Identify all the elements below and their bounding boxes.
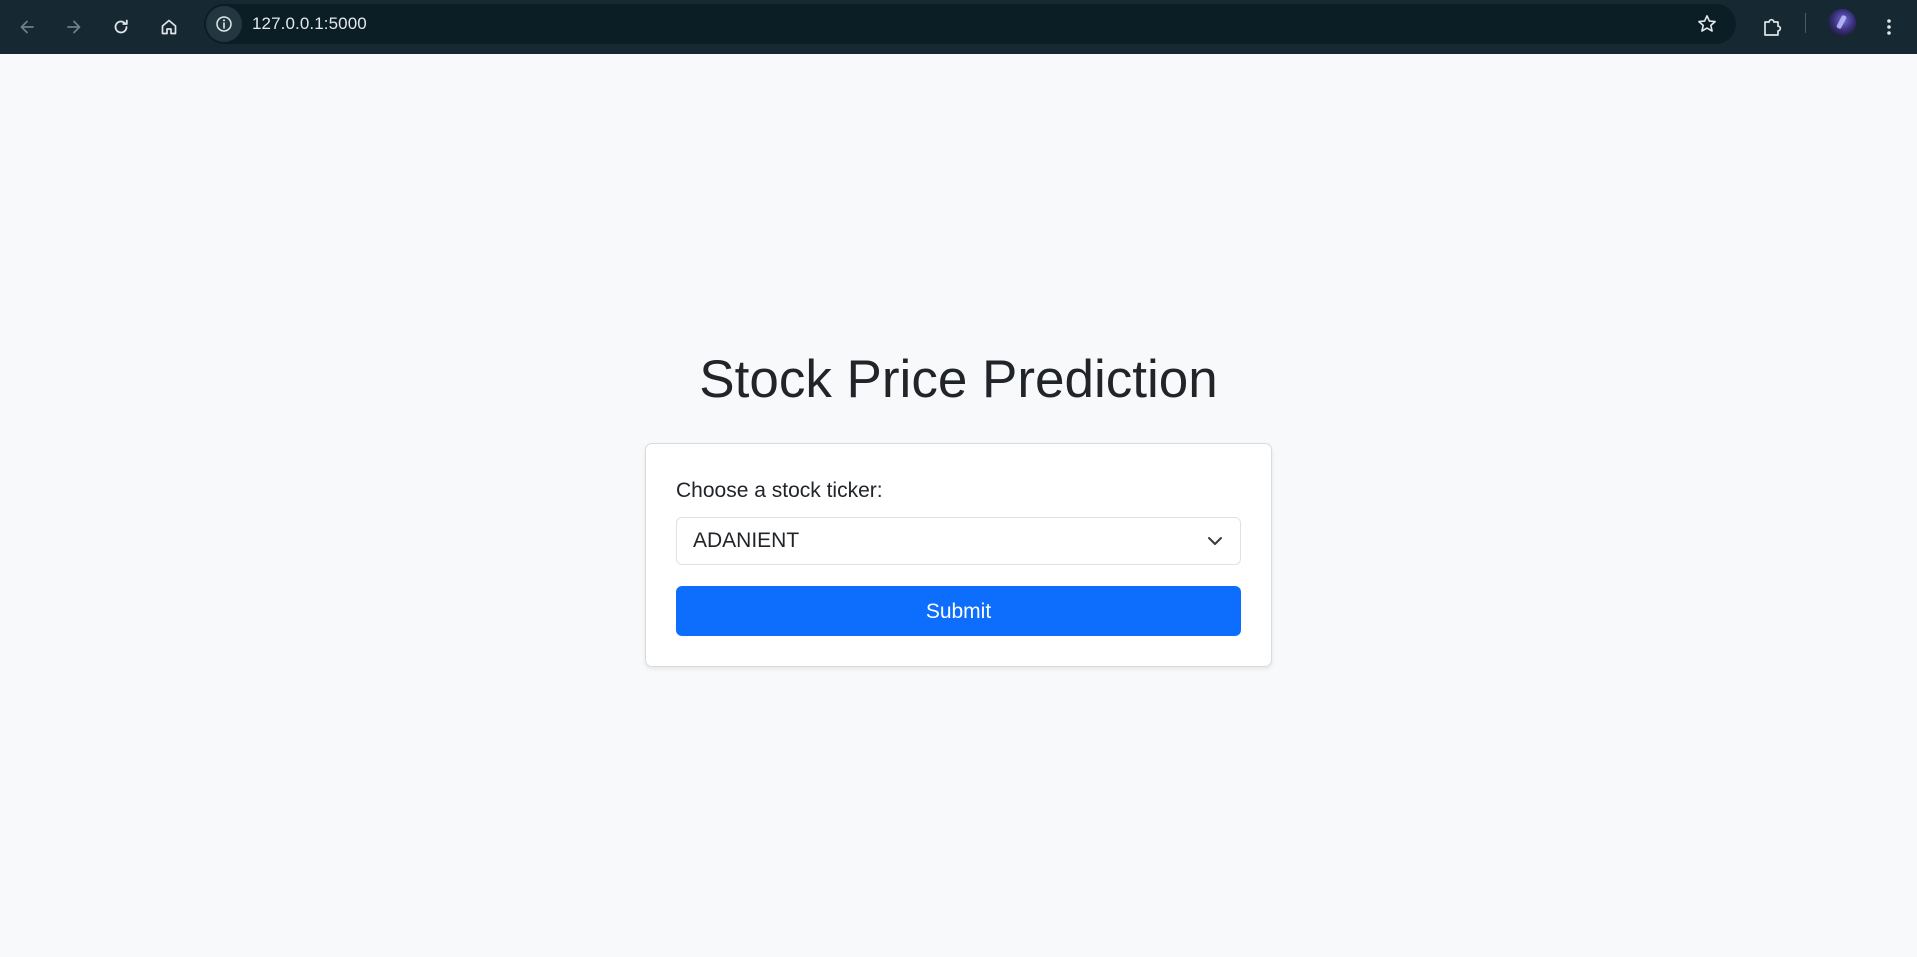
forward-button[interactable] — [54, 7, 94, 47]
chevron-down-icon — [1208, 537, 1222, 545]
reload-icon — [114, 19, 128, 34]
browser-menu-button[interactable] — [1869, 7, 1909, 47]
submit-button[interactable]: Submit — [676, 586, 1241, 636]
ticker-select[interactable]: ADANIENT — [676, 517, 1241, 565]
more-vert-icon — [1887, 19, 1891, 35]
page-title: Stock Price Prediction — [699, 350, 1218, 409]
site-info-button[interactable] — [206, 6, 242, 42]
extensions-button[interactable] — [1752, 7, 1792, 47]
arrow-left-icon — [20, 20, 34, 34]
star-icon — [1698, 15, 1716, 32]
info-icon — [216, 16, 232, 32]
back-button[interactable] — [7, 7, 47, 47]
browser-toolbar: 127.0.0.1:5000 — [0, 0, 1917, 54]
toolbar-divider — [1805, 13, 1806, 33]
profile-avatar[interactable] — [1828, 9, 1856, 37]
puzzle-icon — [1764, 18, 1782, 36]
home-icon — [161, 19, 177, 35]
arrow-right-icon — [67, 20, 81, 34]
url-text[interactable]: 127.0.0.1:5000 — [252, 4, 367, 44]
bookmark-button[interactable] — [1692, 9, 1722, 39]
reload-button[interactable] — [101, 7, 141, 47]
ticker-select-value: ADANIENT — [693, 529, 800, 552]
address-bar[interactable]: 127.0.0.1:5000 — [204, 4, 1736, 44]
ticker-label: Choose a stock ticker: — [676, 479, 883, 502]
ticker-form-card: Choose a stock ticker: ADANIENT Submit — [645, 443, 1272, 667]
home-button[interactable] — [149, 7, 189, 47]
